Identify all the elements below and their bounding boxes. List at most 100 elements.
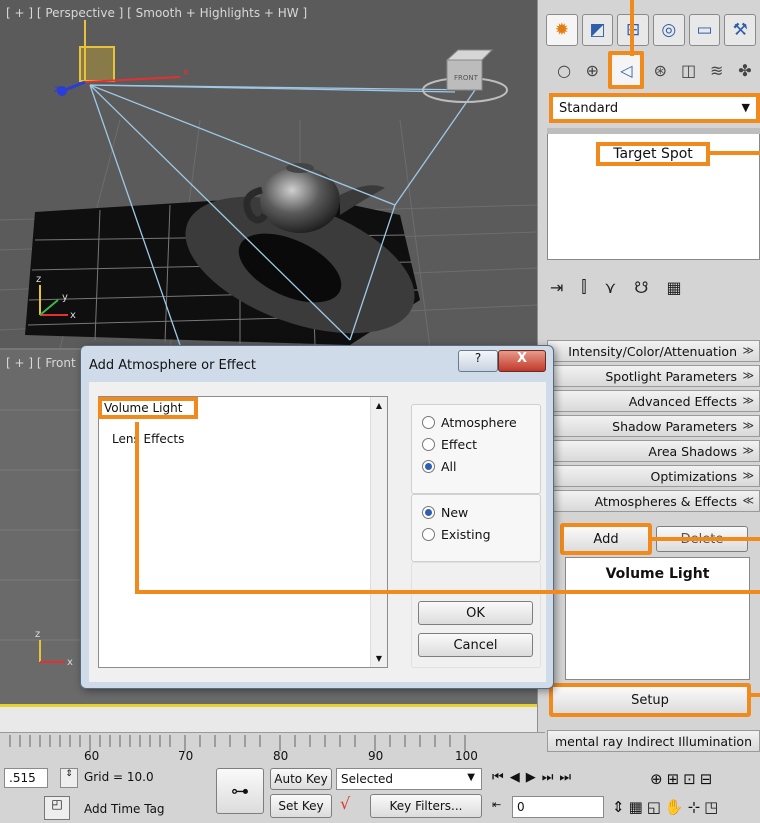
- pin-stack-icon[interactable]: ⇥: [550, 278, 563, 297]
- close-button[interactable]: X: [498, 350, 546, 372]
- ok-button[interactable]: OK: [418, 601, 533, 625]
- radio-label: Effect: [441, 436, 477, 452]
- rollout-advanced-effects[interactable]: Advanced Effects ≫: [547, 390, 760, 412]
- perspective-viewport[interactable]: FRONT x z z x y [ + ] [ Perspective ] [ …: [0, 0, 537, 348]
- front-viewport-label[interactable]: [ + ] [ Front: [6, 356, 76, 370]
- parameter-rollouts: Intensity/Color/Attenuation ≫ Spotlight P…: [547, 340, 760, 515]
- playback-controls-icon[interactable]: ⏮◀▶⏭⏭: [492, 770, 577, 785]
- selection-set-dropdown[interactable]: Selected ▼: [336, 768, 482, 790]
- systems-icon[interactable]: ✤: [733, 57, 757, 83]
- radio-label: All: [441, 458, 457, 474]
- chevron-down-icon: ▼: [741, 101, 750, 114]
- dialog-body: ▲ ▼ Lens Effects Volume Light Atmosphere…: [89, 382, 546, 682]
- rollout-shadow-parameters[interactable]: Shadow Parameters ≫: [547, 415, 760, 437]
- radio-label: Existing: [441, 526, 491, 542]
- radio-existing[interactable]: Existing: [412, 523, 540, 545]
- tick-label: 60: [84, 749, 100, 763]
- scrollbar[interactable]: ▲ ▼: [370, 397, 387, 667]
- modifier-stack-toolbar: ⇥ ⫿ ⋎ ☋ ▦: [550, 272, 760, 302]
- remove-modifier-icon[interactable]: ☋: [634, 278, 648, 297]
- effect-item[interactable]: Volume Light: [566, 566, 749, 582]
- rollout-label: Intensity/Color/Attenuation: [568, 343, 737, 359]
- key-mode-icon[interactable]: ⇤: [492, 798, 501, 811]
- shapes-icon[interactable]: ⊕: [580, 57, 604, 83]
- tangent-icon[interactable]: √: [340, 794, 364, 818]
- coord-field[interactable]: .515: [4, 768, 48, 788]
- callout-line: [751, 693, 760, 697]
- radio-label: Atmosphere: [441, 414, 517, 430]
- rollout-label: Spotlight Parameters: [605, 368, 737, 384]
- chevron-icon: ≫: [742, 344, 754, 357]
- add-time-tag[interactable]: Add Time Tag: [84, 802, 165, 816]
- rollout-label: Advanced Effects: [628, 393, 737, 409]
- create-icon[interactable]: ✹: [546, 14, 578, 46]
- spacewarps-icon[interactable]: ≋: [705, 57, 729, 83]
- time-slider-track[interactable]: [0, 707, 545, 732]
- auto-key-button[interactable]: Auto Key: [270, 768, 332, 790]
- helpers-icon[interactable]: ◫: [676, 57, 700, 83]
- tick-label: 80: [273, 749, 289, 763]
- filter-group: Atmosphere Effect All: [411, 404, 541, 494]
- svg-text:x: x: [70, 310, 76, 321]
- effect-type-list[interactable]: ▲ ▼ Lens Effects: [98, 396, 388, 668]
- viewport-nav-icons-2[interactable]: ⇕▦◱✋⊹◳: [612, 798, 722, 816]
- chevron-up-icon: ≪: [742, 494, 754, 507]
- radio-icon: [422, 527, 435, 541]
- setup-button[interactable]: Setup: [549, 683, 751, 717]
- light-type-dropdown[interactable]: Standard ▼: [549, 93, 760, 123]
- rollout-label: Optimizations: [650, 468, 737, 484]
- rollout-label: Area Shadows: [648, 443, 737, 459]
- make-unique-icon[interactable]: ⋎: [605, 278, 617, 297]
- grid-label: Grid = 10.0: [84, 770, 154, 784]
- radio-effect[interactable]: Effect: [412, 433, 540, 455]
- perspective-viewport-label[interactable]: [ + ] [ Perspective ] [ Smooth + Highlig…: [6, 6, 307, 20]
- chevron-icon: ≫: [742, 419, 754, 432]
- tick-label: 70: [178, 749, 194, 763]
- cancel-button[interactable]: Cancel: [418, 633, 533, 657]
- rollout-intensity[interactable]: Intensity/Color/Attenuation ≫: [547, 340, 760, 362]
- spinner-icon[interactable]: ⇕: [60, 768, 78, 788]
- time-ruler[interactable]: 60 70 80 90 100: [0, 732, 545, 763]
- motion-icon[interactable]: ◎: [653, 14, 685, 46]
- add-effect-button[interactable]: Add: [560, 523, 652, 555]
- svg-text:x: x: [67, 657, 73, 668]
- target-spot-button[interactable]: Target Spot: [596, 142, 710, 166]
- chevron-icon: ≫: [742, 394, 754, 407]
- svg-text:y: y: [62, 292, 68, 303]
- key-filters-button[interactable]: Key Filters...: [370, 794, 482, 818]
- set-key-button[interactable]: Set Key: [270, 794, 332, 818]
- callout-line: [652, 537, 760, 541]
- radio-icon: [422, 415, 435, 429]
- utilities-icon[interactable]: ⚒: [724, 14, 757, 46]
- svg-text:x: x: [183, 67, 189, 78]
- geometry-icon[interactable]: ○: [552, 57, 576, 83]
- rollout-mental-ray[interactable]: mental ray Indirect Illumination: [547, 730, 760, 752]
- show-end-result-icon[interactable]: ⫿: [581, 277, 586, 297]
- object-type-header: [547, 128, 760, 134]
- viewport-nav-icons[interactable]: ⊕⊞⊡⊟: [650, 770, 716, 788]
- modify-icon[interactable]: ◩: [581, 14, 614, 46]
- radio-new[interactable]: New: [412, 501, 540, 523]
- rollout-atmospheres-effects[interactable]: Atmospheres & Effects ≪: [547, 490, 760, 512]
- scroll-down-icon[interactable]: ▼: [371, 654, 387, 663]
- lights-icon[interactable]: ◁: [608, 51, 645, 89]
- cameras-icon[interactable]: ⊛: [648, 57, 672, 83]
- display-icon[interactable]: ▭: [688, 14, 721, 46]
- radio-selected-icon: [422, 459, 435, 473]
- radio-atmosphere[interactable]: Atmosphere: [412, 411, 540, 433]
- rollout-area-shadows[interactable]: Area Shadows ≫: [547, 440, 760, 462]
- key-icon[interactable]: ⊶: [216, 768, 264, 814]
- rollout-spotlight[interactable]: Spotlight Parameters ≫: [547, 365, 760, 387]
- list-item[interactable]: Lens Effects: [112, 432, 184, 446]
- chevron-icon: ≫: [742, 469, 754, 482]
- list-item-selected[interactable]: Volume Light: [98, 397, 198, 419]
- configure-sets-icon[interactable]: ▦: [666, 278, 681, 297]
- radio-all[interactable]: All: [412, 455, 540, 477]
- rollout-label: Atmospheres & Effects: [594, 493, 737, 509]
- scroll-up-icon[interactable]: ▲: [371, 401, 387, 410]
- rollout-optimizations[interactable]: Optimizations ≫: [547, 465, 760, 487]
- current-frame-field[interactable]: 0: [512, 796, 604, 818]
- help-button[interactable]: ?: [458, 350, 498, 372]
- time-tag-icon[interactable]: ◰: [44, 796, 70, 820]
- effects-list[interactable]: Volume Light: [565, 557, 750, 680]
